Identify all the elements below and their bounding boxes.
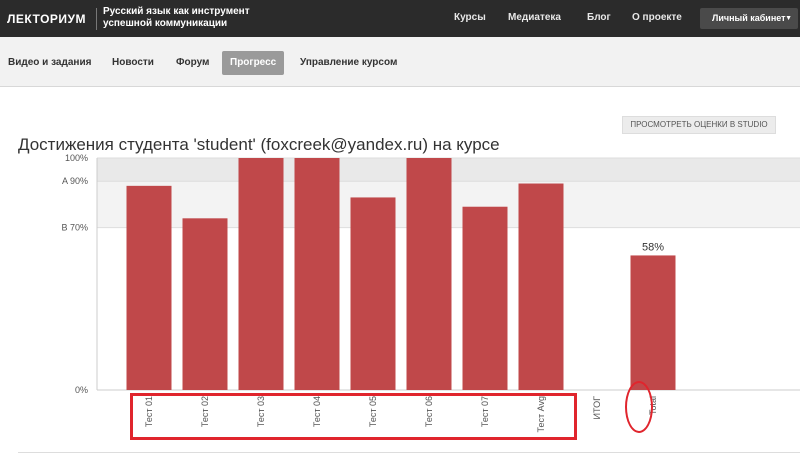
- view-grades-in-studio-button[interactable]: ПРОСМОТРЕТЬ ОЦЕНКИ В STUDIO: [622, 116, 776, 134]
- personal-cabinet-label: Личный кабинет: [712, 13, 786, 23]
- chevron-down-icon: ▼: [785, 15, 792, 22]
- nav-about[interactable]: О проекте: [632, 12, 682, 23]
- bar: [182, 218, 228, 390]
- nav-blog[interactable]: Блог: [587, 12, 611, 23]
- divider: [18, 452, 800, 453]
- tab-progress[interactable]: Прогресс: [222, 51, 285, 75]
- y-tick-label: A 90%: [62, 176, 88, 186]
- logo[interactable]: ЛЕКТОРИУМ: [7, 12, 86, 26]
- bar: [294, 158, 340, 390]
- y-tick-label: 0%: [75, 385, 88, 395]
- tab-course-management[interactable]: Управление курсом: [292, 51, 405, 75]
- logo-divider: [96, 8, 97, 30]
- annotation-ellipse: [625, 381, 653, 433]
- y-tick-label: B 70%: [61, 223, 88, 233]
- bar: [406, 158, 452, 390]
- annotation-rectangle: [130, 393, 577, 440]
- bar: [350, 197, 396, 390]
- bar: [238, 158, 284, 390]
- tab-forum[interactable]: Форум: [168, 51, 217, 75]
- tab-video-tasks[interactable]: Видео и задания: [0, 51, 99, 75]
- course-title[interactable]: Русский язык как инструмент успешной ком…: [103, 6, 283, 30]
- page: ЛЕКТОРИУМ Русский язык как инструмент ус…: [0, 0, 800, 455]
- bar: [462, 206, 508, 390]
- y-tick-label: 100%: [65, 153, 88, 163]
- data-label: 58%: [642, 241, 664, 253]
- nav-mediateka[interactable]: Медиатека: [508, 12, 561, 23]
- tab-news[interactable]: Новости: [104, 51, 162, 75]
- course-tabs: Видео и задания Новости Форум Прогресс У…: [0, 37, 800, 87]
- personal-cabinet-dropdown[interactable]: Личный кабинет ▼: [700, 8, 798, 29]
- bar: [630, 255, 676, 390]
- nav-courses[interactable]: Курсы: [454, 12, 486, 23]
- bar: [518, 183, 564, 390]
- bar: [126, 185, 172, 390]
- x-tick-label: ИТОГ: [592, 396, 602, 420]
- top-bar: ЛЕКТОРИУМ Русский язык как инструмент ус…: [0, 0, 800, 37]
